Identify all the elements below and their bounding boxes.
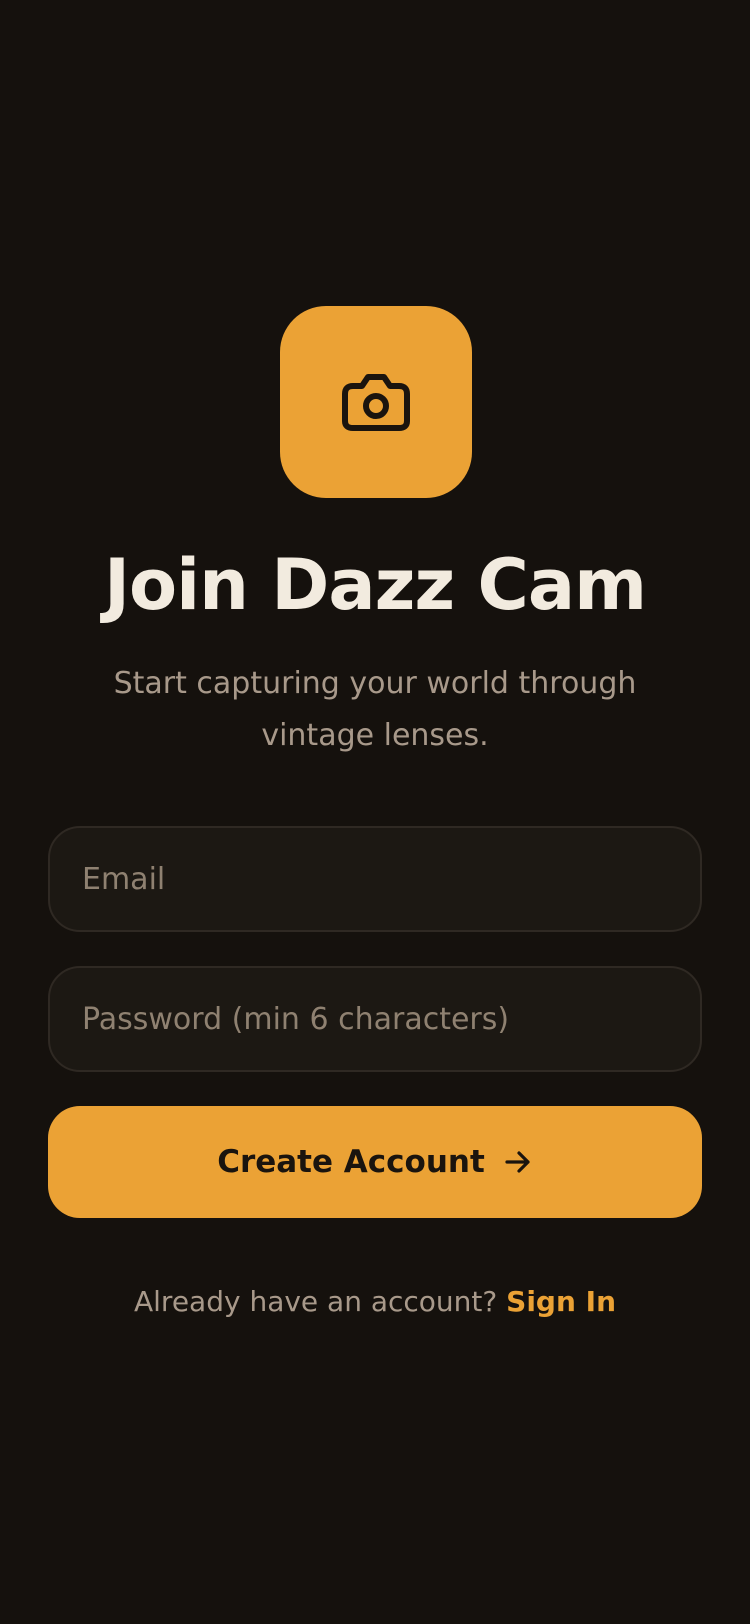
arrow-right-icon bbox=[505, 1151, 530, 1173]
page-title: Join Dazz Cam bbox=[103, 544, 647, 626]
camera-icon bbox=[342, 374, 410, 431]
create-account-label: Create Account bbox=[217, 1144, 485, 1180]
sign-in-link[interactable]: Sign In bbox=[506, 1285, 616, 1318]
signin-prompt-text: Already have an account? bbox=[133, 1285, 507, 1318]
signin-prompt-row: Already have an account? Sign In bbox=[0, 1280, 750, 1324]
page-subtitle: Start capturing your world through vinta… bbox=[113, 666, 637, 753]
password-input[interactable] bbox=[48, 966, 702, 1072]
app-logo bbox=[280, 306, 472, 498]
email-input[interactable] bbox=[48, 826, 702, 932]
signup-screen: Join Dazz Cam Start capturing your world… bbox=[0, 0, 750, 1624]
create-account-button[interactable]: Create Account bbox=[48, 1106, 702, 1218]
